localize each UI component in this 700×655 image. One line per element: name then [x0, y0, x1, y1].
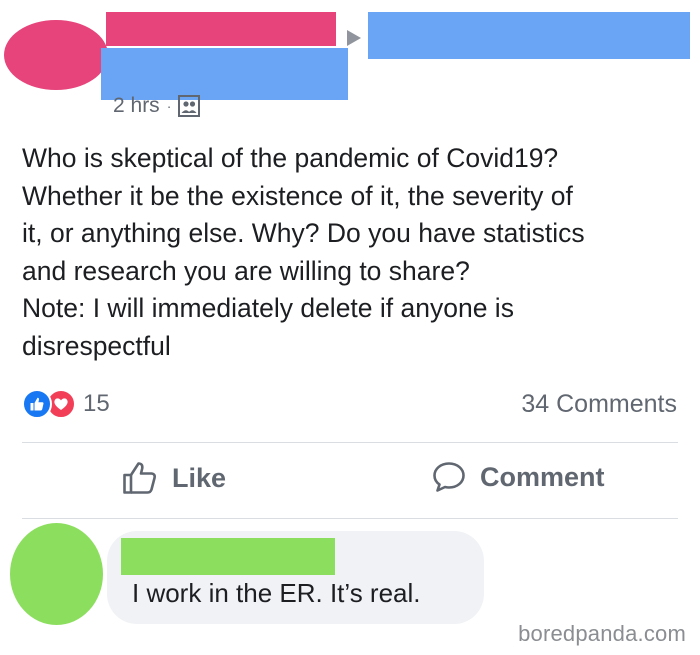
reaction-count: 15: [83, 390, 110, 417]
like-button-label: Like: [172, 462, 227, 493]
post-text-line: Whether it be the existence of it, the s…: [22, 180, 573, 211]
divider: [22, 442, 678, 443]
like-button[interactable]: Like: [122, 461, 226, 495]
post-text: Who is skeptical of the pandemic of Covi…: [22, 140, 692, 365]
post-text-line: Note: I will immediately delete if anyon…: [22, 293, 514, 323]
post-text-line: disrespectful: [22, 330, 171, 361]
meta-separator: ·: [166, 98, 172, 114]
post-meta: 2 hrs ·: [113, 94, 201, 118]
comment-count-link[interactable]: 34 Comments: [521, 390, 677, 419]
comment-button-label: Comment: [480, 461, 605, 492]
post-timestamp[interactable]: 2 hrs: [113, 94, 160, 118]
group-icon: [178, 95, 201, 117]
thumbs-up-icon: [123, 462, 156, 494]
reaction-summary[interactable]: 15: [22, 389, 110, 419]
shared-to-arrow-icon: [347, 30, 361, 46]
post-text-line: it, or anything else. Why? Do you have s…: [22, 218, 585, 248]
speech-bubble-icon: [433, 462, 465, 492]
group-name-redaction: [368, 12, 690, 59]
author-name-redaction: [106, 12, 336, 46]
watermark: boredpanda.com: [518, 621, 686, 646]
comment-text: I work in the ER. It’s real.: [132, 578, 421, 608]
comment-button[interactable]: Comment: [432, 461, 605, 493]
post-text-line: and research you are willing to share?: [22, 255, 470, 286]
author-avatar[interactable]: [4, 20, 108, 90]
commenter-avatar[interactable]: [10, 523, 103, 625]
facebook-post-screenshot: 2 hrs · Who is skeptical of the pandemic…: [0, 0, 700, 655]
divider: [22, 518, 678, 519]
like-reaction-icon: [22, 389, 52, 419]
author-subtitle-redaction: [101, 48, 348, 100]
commenter-name-redaction: [121, 538, 335, 575]
post-text-line: Who is skeptical of the pandemic of Covi…: [22, 143, 559, 173]
